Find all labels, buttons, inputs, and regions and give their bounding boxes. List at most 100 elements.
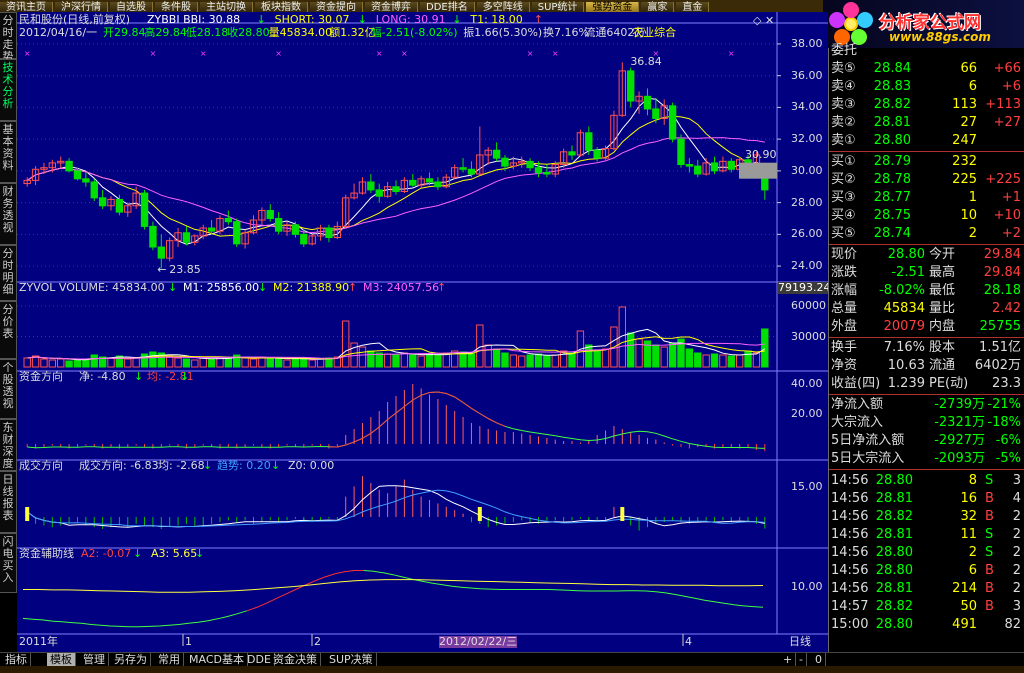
top-menu-item[interactable]: 板块指数	[255, 2, 308, 12]
volume-m3: M3: 24057.56	[363, 281, 440, 294]
quote-row: 14:56 28.80 6 B 2	[829, 562, 1024, 580]
top-menu-item[interactable]: 主站切换	[200, 2, 253, 12]
stat-value: 7.16%	[883, 340, 925, 355]
top-menu-item[interactable]: 强势资金	[586, 2, 640, 12]
stat-value: -2.51	[891, 265, 925, 280]
top-menu-item[interactable]: 资金提向	[310, 2, 363, 12]
tick-volume: 32	[960, 509, 977, 524]
volume-bar	[224, 357, 233, 368]
bottom-tab[interactable]: 管理	[80, 653, 109, 667]
left-tab[interactable]: 技术分析	[0, 59, 17, 121]
bottom-tab[interactable]: SUP决策	[326, 653, 377, 667]
quote-row: 14:56 28.82 32 B 2	[829, 508, 1024, 526]
tick-count: 2	[1012, 527, 1021, 542]
info-field: 换7.16%	[543, 26, 589, 39]
top-menu-item[interactable]: 资金博弈	[365, 2, 418, 12]
left-tab[interactable]: 分时明细	[0, 245, 17, 301]
bottom-tab[interactable]: MACD基本	[186, 653, 248, 667]
quote-row: 14:56 28.81 16 B 4	[829, 490, 1024, 508]
stat-label: 总量	[831, 301, 858, 316]
left-tab[interactable]: 分时走势	[0, 12, 17, 63]
signal-marker: ×	[200, 49, 207, 58]
volume-bar	[526, 354, 534, 368]
sell-price: 28.81	[873, 115, 911, 130]
quote-row: 14:56 28.81 214 B 2	[829, 580, 1024, 598]
volume-bar	[207, 358, 216, 368]
stat-value: 25755	[979, 319, 1021, 334]
stat-label: PE(动)	[929, 376, 969, 391]
volume-bar	[694, 352, 702, 368]
volume-bar	[593, 350, 601, 368]
volume-bar	[627, 332, 635, 368]
flower-logo-icon	[829, 2, 873, 45]
tick-time: 14:57	[831, 599, 869, 614]
tick-volume: 11	[960, 527, 977, 542]
trade-avg: 均: -2.68	[158, 459, 205, 472]
left-tab[interactable]: 东财深度	[0, 419, 17, 471]
candle-body	[593, 149, 601, 159]
price-tag-label: 30.90	[745, 147, 777, 161]
candle-body	[375, 189, 383, 197]
tick-side: S	[985, 545, 994, 560]
bottom-tab[interactable]: 指标	[2, 653, 31, 667]
top-menu-item[interactable]: 直金	[676, 2, 710, 12]
bottom-tab[interactable]: 模板	[47, 653, 76, 667]
volume-bar	[182, 358, 191, 368]
left-tab[interactable]: 财务透视	[0, 183, 17, 245]
buy-change: +10	[993, 208, 1021, 223]
signal-marker: ×	[552, 49, 559, 58]
candle-body	[467, 168, 476, 175]
bottom-tab[interactable]: 常用	[155, 653, 184, 667]
stat-value: 45834	[883, 301, 925, 316]
info-field: 农业综合	[632, 26, 677, 39]
candle-body	[501, 157, 509, 167]
signal-marker: ×	[376, 49, 383, 58]
price-axis-label: 32.00	[791, 132, 823, 146]
kline-chart-area[interactable]: × × × × × × × × × × 38.00 36.00 34.00 32.00 30.00 28.0…	[17, 12, 831, 652]
top-menu-item[interactable]: 条件股	[155, 2, 198, 12]
flow-pct: -21%	[987, 397, 1021, 412]
tick-side: B	[985, 581, 994, 596]
candle-body	[543, 171, 551, 175]
top-menu-item[interactable]: 沪深行情	[55, 2, 108, 12]
top-menu-item[interactable]: 多空阵线	[476, 2, 530, 12]
low-arrow-icon: ←	[157, 263, 167, 277]
top-menu-item[interactable]: 自选股	[110, 2, 153, 12]
bottom-tab[interactable]: 资金决策	[270, 653, 321, 667]
left-tab[interactable]: 基本资料	[0, 121, 17, 183]
close-icon: ✕	[765, 14, 775, 27]
buy-label: 买③	[831, 190, 856, 205]
left-tab[interactable]: 日线报表	[0, 471, 17, 533]
left-tab[interactable]: 分价表	[0, 301, 17, 359]
candle-body	[98, 197, 107, 207]
bottom-tab[interactable]: 另存为	[111, 653, 151, 667]
left-tab[interactable]: 个股透视	[0, 359, 17, 419]
buy-change: +2	[1001, 226, 1021, 241]
tick-count: 2	[1012, 509, 1021, 524]
quote-panel: 委托 卖⑤ 28.84 66 +66 卖④ 28.83 6 +6 卖③ 28.82 113 +113 卖②…	[828, 43, 1024, 652]
quote-row: 5日净流入额 -2927万 -6%	[829, 432, 1024, 450]
zoom-in-button[interactable]: +	[780, 653, 797, 667]
left-tab[interactable]: 闪电买入	[0, 533, 17, 593]
arrow-down-icon: ↓	[180, 370, 190, 383]
info-date: 2012/04/16/一	[19, 26, 98, 39]
stat-value: 29.84	[983, 265, 1021, 280]
candle-body	[274, 217, 283, 232]
arrow-down-icon: ↓	[271, 459, 281, 472]
volume-bar	[467, 353, 476, 368]
top-menu-item[interactable]: 赢家	[641, 2, 675, 12]
top-menu-item[interactable]: DDE排名	[420, 2, 475, 12]
volume-bar	[291, 358, 300, 368]
top-menu-item[interactable]: SUP统计	[531, 2, 585, 12]
top-menu-item[interactable]: 资讯主页	[0, 2, 53, 12]
candle-body	[727, 160, 735, 170]
zoom-reset-button[interactable]: 0	[812, 653, 826, 667]
volume-bar	[685, 348, 694, 368]
stat-value: 1.51亿	[979, 340, 1021, 355]
tick-volume: 8	[968, 473, 977, 488]
flow-pct: -18%	[987, 415, 1021, 430]
indicator-label: LONG: 30.91	[375, 13, 446, 26]
sell-volume: 66	[960, 61, 977, 76]
zoom-out-button[interactable]: -	[796, 653, 807, 667]
volume-axis-label: 60000	[791, 299, 826, 312]
